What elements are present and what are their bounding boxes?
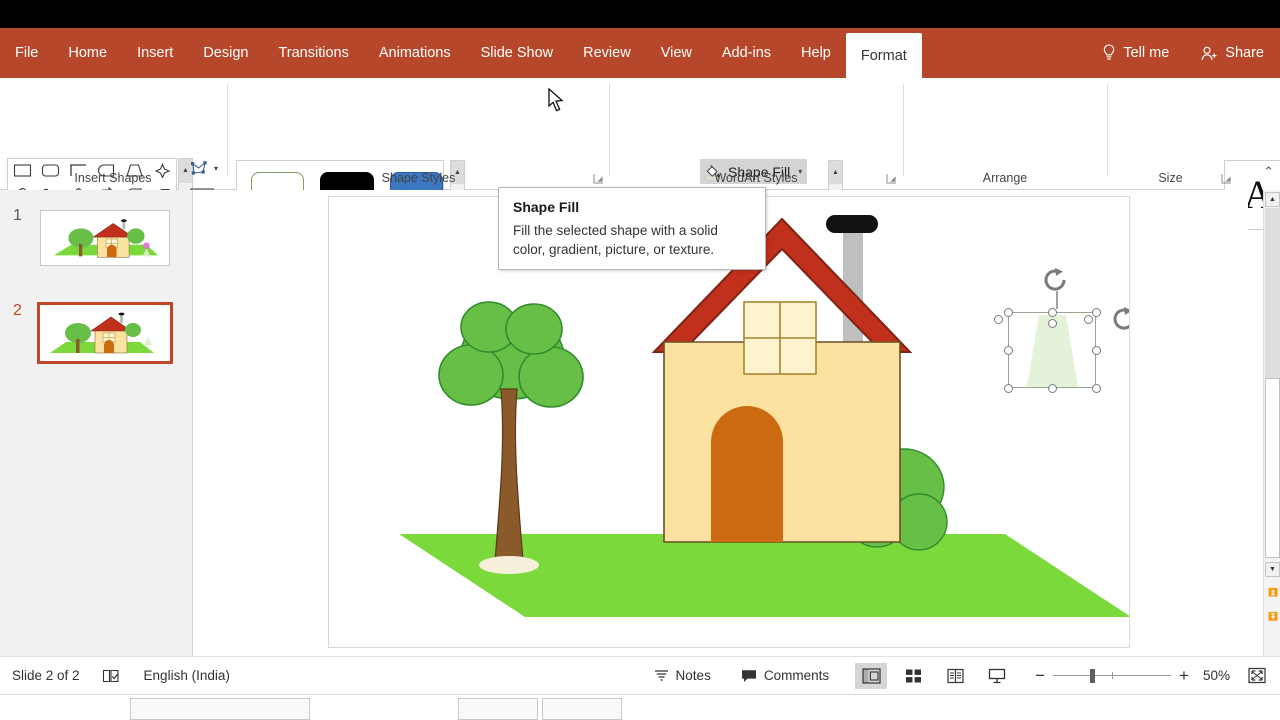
reading-view-icon — [947, 668, 964, 684]
tab-transitions[interactable]: Transitions — [263, 28, 363, 78]
handle-bottom-right[interactable] — [1092, 384, 1101, 393]
mouse-cursor — [548, 88, 566, 114]
spellcheck-icon[interactable] — [102, 668, 122, 684]
thumbnail-number-1: 1 — [13, 207, 22, 225]
thumbnail-number-2: 2 — [13, 302, 22, 320]
slide-count[interactable]: Slide 2 of 2 — [12, 668, 80, 683]
ribbon-tabs: File Home Insert Design Transitions Anim… — [0, 28, 922, 78]
fit-to-window-icon[interactable] — [1248, 667, 1266, 684]
comment-icon — [741, 668, 757, 683]
scroll-down-button[interactable]: ▼ — [1265, 562, 1280, 577]
notes-icon — [654, 668, 669, 683]
group-insert-shapes: ? A ▲ ▼ ▼ — [0, 78, 226, 190]
rotate-handle-icon[interactable] — [1038, 267, 1076, 309]
shape-styles-dialog-launcher[interactable] — [593, 173, 604, 184]
thumbnail-1-preview — [41, 211, 169, 265]
zoom-out-button[interactable]: − — [1035, 666, 1045, 686]
handle-adjust[interactable] — [1048, 319, 1057, 328]
slide-sorter-icon — [905, 668, 922, 684]
shape-fill-tooltip: Shape Fill Fill the selected shape with … — [498, 187, 766, 270]
reading-view-button[interactable] — [939, 663, 971, 689]
share-person-icon — [1201, 46, 1218, 61]
slide-thumbnail-2[interactable] — [40, 305, 170, 361]
ribbon-body: ? A ▲ ▼ ▼ — [0, 78, 1280, 190]
tab-format[interactable]: Format — [846, 33, 922, 80]
handle-top-right[interactable] — [1092, 308, 1101, 317]
tab-home[interactable]: Home — [53, 28, 122, 78]
collapse-ribbon-button[interactable]: ⌃ — [1263, 164, 1274, 180]
slide-thumbnail-1[interactable] — [40, 210, 170, 266]
insert-shapes-group-label: Insert Shapes — [0, 171, 226, 185]
thumbnail-2-preview — [40, 305, 170, 361]
share-button[interactable]: Share — [1185, 28, 1280, 78]
tab-add-ins[interactable]: Add-ins — [707, 28, 786, 78]
language-indicator[interactable]: English (India) — [144, 668, 230, 683]
lightbulb-icon — [1102, 44, 1116, 62]
comments-label: Comments — [764, 668, 829, 683]
wordart-styles-group-label: WordArt Styles — [610, 171, 902, 185]
zoom-level-label[interactable]: 50% — [1203, 668, 1230, 683]
taskbar-window-1[interactable] — [130, 698, 310, 720]
slide-show-view-button[interactable] — [981, 663, 1013, 689]
zoom-thumb[interactable] — [1090, 669, 1095, 683]
size-group-label: Size — [1108, 171, 1233, 185]
share-label: Share — [1225, 45, 1264, 61]
scroll-track-upper[interactable] — [1265, 208, 1280, 378]
group-size: Size — [1108, 78, 1258, 190]
title-bar — [0, 0, 1280, 28]
wordart-dialog-launcher[interactable] — [886, 173, 897, 184]
group-arrange: Bring Forward ▾ Send Backward ▾ Selectio… — [904, 78, 1106, 190]
ribbon-tab-bar: File Home Insert Design Transitions Anim… — [0, 28, 1280, 78]
taskbar-window-2[interactable] — [458, 698, 538, 720]
next-slide-button[interactable]: ⏬ — [1267, 610, 1279, 622]
previous-slide-button[interactable]: ⏫ — [1267, 586, 1279, 598]
handle-bottom-center[interactable] — [1048, 384, 1057, 393]
slide-show-icon — [988, 668, 1006, 684]
zoom-tick-center — [1112, 672, 1113, 679]
shape-styles-group-label: Shape Styles — [228, 171, 609, 185]
tab-insert[interactable]: Insert — [122, 28, 188, 78]
handle-extra-left[interactable] — [994, 315, 1003, 324]
ribbon-right-commands: Tell me Share — [1086, 28, 1280, 78]
tab-file[interactable]: File — [0, 28, 53, 78]
handle-top-center[interactable] — [1048, 308, 1057, 317]
tab-slide-show[interactable]: Slide Show — [466, 28, 569, 78]
tell-me-button[interactable]: Tell me — [1086, 28, 1185, 78]
os-taskbar — [0, 694, 1280, 720]
group-wordart-styles: A A A ▲ ▼ ▼ A ▾ A ▾ — [610, 78, 902, 190]
handle-middle-right[interactable] — [1092, 346, 1101, 355]
handle-top-left[interactable] — [1004, 308, 1013, 317]
tab-animations[interactable]: Animations — [364, 28, 466, 78]
slide-thumbnail-pane: 1 2 — [0, 190, 193, 656]
tab-help[interactable]: Help — [786, 28, 846, 78]
powerpoint-window: File Home Insert Design Transitions Anim… — [0, 0, 1280, 720]
vertical-scrollbar[interactable]: ▲ ▼ ⏫ ⏬ — [1263, 190, 1280, 656]
tab-view[interactable]: View — [646, 28, 707, 78]
scroll-thumb[interactable] — [1265, 378, 1280, 558]
status-bar: Slide 2 of 2 English (India) Notes Comme… — [0, 656, 1280, 694]
slide-sorter-view-button[interactable] — [897, 663, 929, 689]
taskbar-window-3[interactable] — [542, 698, 622, 720]
handle-extra-right[interactable] — [1084, 315, 1093, 324]
handle-middle-left[interactable] — [1004, 346, 1013, 355]
notes-label: Notes — [676, 668, 711, 683]
tooltip-title: Shape Fill — [513, 199, 751, 215]
handle-bottom-left[interactable] — [1004, 384, 1013, 393]
normal-view-icon — [862, 668, 881, 684]
notes-button[interactable]: Notes — [654, 668, 711, 683]
size-dialog-launcher[interactable] — [1221, 173, 1232, 184]
tab-design[interactable]: Design — [188, 28, 263, 78]
zoom-slider[interactable] — [1053, 669, 1171, 683]
zoom-in-button[interactable]: + — [1179, 666, 1189, 686]
normal-view-button[interactable] — [855, 663, 887, 689]
comments-button[interactable]: Comments — [741, 668, 829, 683]
tab-review[interactable]: Review — [568, 28, 646, 78]
tooltip-body: Fill the selected shape with a solid col… — [513, 221, 751, 259]
scroll-up-button[interactable]: ▲ — [1265, 192, 1280, 207]
tell-me-label: Tell me — [1123, 45, 1169, 61]
arrange-group-label: Arrange — [904, 171, 1106, 185]
rotate-cursor-icon — [1109, 305, 1130, 341]
